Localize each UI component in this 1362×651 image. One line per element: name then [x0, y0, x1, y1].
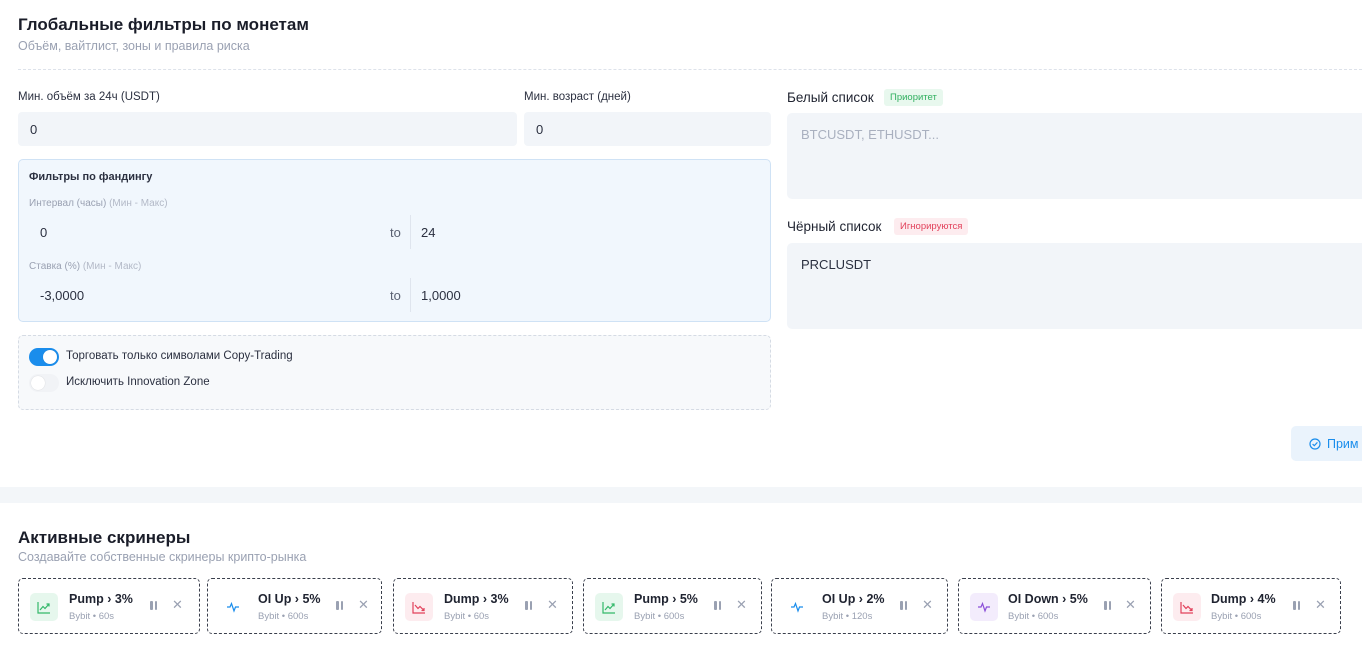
copy-trading-toggle[interactable] [29, 348, 59, 366]
screeners-subtitle: Создавайте собственные скринеры крипто-р… [18, 550, 307, 564]
check-circle-icon [1309, 437, 1321, 450]
screener-card[interactable]: OI Down › 5% Bybit • 600s ✕ [958, 578, 1151, 634]
interval-separator [410, 215, 411, 249]
close-icon[interactable]: ✕ [922, 597, 933, 613]
card-subtitle: Bybit • 120s [822, 611, 873, 622]
card-icon-box [219, 593, 247, 621]
min-age-input[interactable]: 0 [524, 112, 771, 146]
card-icon-box [405, 593, 433, 621]
interval-hint: (Мин - Макс) [109, 198, 168, 209]
card-icon-box [30, 593, 58, 621]
rate-hint: (Мин - Макс) [82, 261, 142, 272]
funding-filters-box: Фильтры по фандингу Интервал (часы) (Мин… [18, 159, 771, 322]
close-icon[interactable]: ✕ [736, 597, 747, 613]
trend-down-icon [1180, 602, 1193, 614]
innovation-zone-toggle[interactable] [29, 374, 59, 392]
filters-title: Глобальные фильтры по монетам [18, 15, 309, 34]
card-icon-box [970, 593, 998, 621]
pause-icon[interactable] [1293, 601, 1300, 610]
pause-icon[interactable] [525, 601, 532, 610]
min-volume-input[interactable]: 0 [18, 112, 517, 146]
whitelist-badge: Приоритет [884, 89, 943, 106]
close-icon[interactable]: ✕ [547, 597, 558, 613]
apply-button[interactable]: Прим [1291, 426, 1362, 461]
card-title: OI Up › 2% [822, 592, 885, 606]
screener-card[interactable]: Pump › 3% Bybit • 60s ✕ [18, 578, 200, 634]
card-title: Dump › 4% [1211, 592, 1276, 606]
card-subtitle: Bybit • 600s [258, 611, 309, 622]
card-subtitle: Bybit • 600s [1008, 611, 1059, 622]
toggle-knob [43, 350, 57, 364]
screener-card[interactable]: Dump › 4% Bybit • 600s ✕ [1161, 578, 1341, 634]
card-title: Pump › 5% [634, 592, 698, 606]
rate-to-label: to [390, 287, 401, 303]
funding-title: Фильтры по фандингу [29, 171, 153, 183]
blacklist-badge: Игнорируются [894, 218, 969, 235]
close-icon[interactable]: ✕ [172, 597, 183, 613]
rate-separator [410, 278, 411, 312]
interval-max-input[interactable]: 24 [421, 225, 435, 240]
close-icon[interactable]: ✕ [358, 597, 369, 613]
min-age-label: Мин. возраст (дней) [524, 91, 631, 103]
card-title: OI Up › 5% [258, 592, 321, 606]
interval-label-text: Интервал (часы) [29, 198, 107, 209]
card-subtitle: Bybit • 60s [444, 611, 490, 622]
rate-max-input[interactable]: 1,0000 [421, 288, 461, 303]
whitelist-textarea[interactable]: BTCUSDT, ETHUSDT... [787, 113, 1362, 199]
trend-down-icon [412, 602, 425, 614]
filters-subtitle: Объём, вайтлист, зоны и правила риска [18, 39, 250, 53]
screeners-title: Активные скринеры [18, 528, 191, 547]
interval-min-input[interactable]: 0 [40, 225, 47, 240]
card-icon-box [1173, 593, 1201, 621]
card-title: OI Down › 5% [1008, 592, 1088, 606]
rate-label: Ставка (%) (Мин - Макс) [29, 261, 141, 272]
blacklist-textarea[interactable]: PRCLUSDT [787, 243, 1362, 329]
card-title: Dump › 3% [444, 592, 509, 606]
card-title: Pump › 3% [69, 592, 133, 606]
card-subtitle: Bybit • 60s [69, 611, 115, 622]
copy-trading-label: Торговать только символами Copy-Trading [66, 350, 293, 362]
innovation-zone-label: Исключить Innovation Zone [66, 376, 210, 388]
whitelist-title: Белый список [787, 90, 874, 105]
close-icon[interactable]: ✕ [1315, 597, 1326, 613]
close-icon[interactable]: ✕ [1125, 597, 1136, 613]
interval-label: Интервал (часы) (Мин - Макс) [29, 198, 168, 209]
pause-icon[interactable] [150, 601, 157, 610]
screener-card[interactable]: Pump › 5% Bybit • 600s ✕ [583, 578, 762, 634]
blacklist-title: Чёрный список [787, 219, 882, 234]
apply-label: Прим [1327, 436, 1359, 451]
rate-min-input[interactable]: -3,0000 [40, 288, 84, 303]
trend-up-icon [37, 602, 50, 614]
screener-card[interactable]: Dump › 3% Bybit • 60s ✕ [393, 578, 573, 634]
interval-to-label: to [390, 224, 401, 240]
section-gap [0, 487, 1362, 503]
global-filters-panel: Глобальные фильтры по монетам Объём, вай… [0, 0, 1362, 487]
pulse-icon [978, 601, 990, 613]
card-icon-box [595, 593, 623, 621]
card-subtitle: Bybit • 600s [1211, 611, 1262, 622]
toggle-knob [31, 376, 45, 390]
section-divider [18, 69, 1362, 70]
pause-icon[interactable] [1104, 601, 1111, 610]
pause-icon[interactable] [900, 601, 907, 610]
pause-icon[interactable] [336, 601, 343, 610]
pulse-icon [227, 601, 239, 613]
min-volume-label: Мин. объём за 24ч (USDT) [18, 91, 160, 103]
screener-card[interactable]: OI Up › 5% Bybit • 600s ✕ [207, 578, 382, 634]
interval-range: 0 to 24 [29, 215, 771, 249]
screener-card[interactable]: OI Up › 2% Bybit • 120s ✕ [771, 578, 948, 634]
toggles-box: Торговать только символами Copy-Trading … [18, 335, 771, 410]
pulse-icon [791, 601, 803, 613]
trend-up-icon [602, 602, 615, 614]
rate-range: -3,0000 to 1,0000 [29, 278, 771, 312]
card-icon-box [783, 593, 811, 621]
card-subtitle: Bybit • 600s [634, 611, 685, 622]
rate-label-text: Ставка (%) [29, 261, 81, 272]
pause-icon[interactable] [714, 601, 721, 610]
